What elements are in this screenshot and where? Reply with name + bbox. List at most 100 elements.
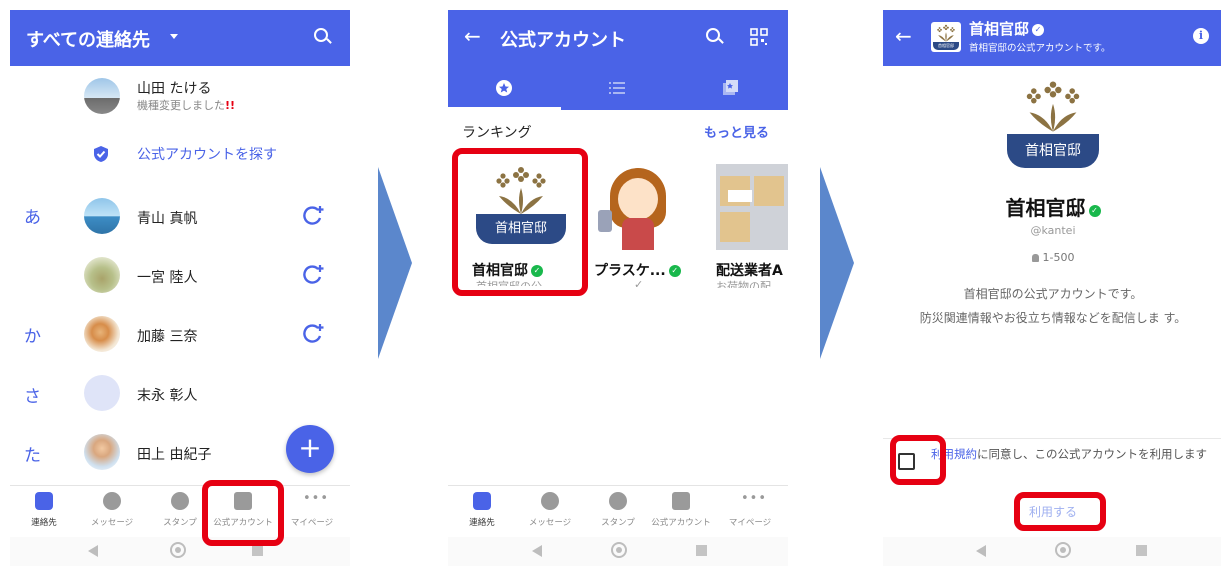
- more-dots-icon: •••: [741, 491, 768, 506]
- tutorial-stage: すべての連絡先 山田 たける 機種変更しました!! 公式アカウントを探す あ 青…: [0, 0, 1221, 566]
- official-accounts-screen: ← 公式アカウント ランキング もっと見る 首相官邸 首相官邸 ✓ プラスケ..…: [448, 10, 788, 566]
- nav-messages[interactable]: メッセージ: [78, 492, 146, 528]
- contacts-screen: すべての連絡先 山田 たける 機種変更しました!! 公式アカウントを探す あ 青…: [10, 10, 350, 566]
- kantei-logo: 首相官邸: [470, 162, 572, 248]
- contact-name: 青山 真帆: [137, 211, 198, 227]
- contact-name: 田上 由紀子: [137, 447, 212, 463]
- alert-mark: !!: [225, 99, 236, 112]
- back-triangle-icon[interactable]: [976, 545, 986, 557]
- plus-icon: +: [298, 431, 322, 464]
- list-icon: [609, 82, 625, 94]
- home-circle-icon[interactable]: [1055, 542, 1071, 558]
- chat-bubble-icon: [103, 492, 121, 510]
- avatar: [84, 257, 120, 293]
- avatar: [84, 434, 120, 470]
- system-nav-bar: [10, 537, 350, 566]
- recent-apps-icon[interactable]: [1136, 545, 1147, 556]
- info-icon[interactable]: i: [1193, 28, 1209, 44]
- more-dots-icon: •••: [303, 491, 330, 506]
- more-link[interactable]: もっと見る: [704, 122, 769, 141]
- add-fab-button[interactable]: +: [286, 425, 334, 473]
- terms-checkbox[interactable]: [898, 453, 915, 470]
- official-title: 公式アカウント: [500, 30, 626, 51]
- card-name: 首相官邸 ✓: [472, 260, 543, 280]
- step-arrow-icon: [378, 167, 412, 359]
- follower-count: 1-500: [883, 251, 1221, 264]
- back-arrow-icon[interactable]: ←: [464, 24, 481, 48]
- contact-row-kato[interactable]: 加藤 三奈: [10, 312, 350, 358]
- bottom-nav: 連絡先 メッセージ スタンプ 公式アカウント ••• マイページ: [10, 485, 350, 537]
- nav-contacts[interactable]: 連絡先: [448, 492, 516, 528]
- find-official-account-row[interactable]: 公式アカウントを探す: [10, 136, 350, 172]
- contact-row-tagami[interactable]: 田上 由紀子: [10, 430, 280, 476]
- smiley-icon: [609, 492, 627, 510]
- contact-row-ichinomiya[interactable]: 一宮 陸人: [10, 253, 350, 299]
- shield-check-icon: [234, 492, 252, 510]
- terms-link[interactable]: 利用規約: [931, 447, 977, 461]
- card-description: 首相官邸の公: [476, 278, 542, 286]
- shield-check-icon: [94, 146, 108, 162]
- add-friend-icon[interactable]: [303, 204, 325, 226]
- tab-my-accounts[interactable]: [674, 66, 787, 110]
- ranking-label: ランキング: [462, 125, 532, 141]
- official-tabs: [448, 66, 788, 110]
- contacts-app-bar: すべての連絡先: [10, 10, 350, 66]
- ranking-card-delivery[interactable]: 配送業者A お荷物の配: [712, 160, 788, 288]
- contact-row-suenaga[interactable]: 末永 彰人: [10, 371, 350, 417]
- use-button[interactable]: 利用する: [1019, 503, 1087, 521]
- person-icon: [1031, 254, 1039, 262]
- home-circle-icon[interactable]: [170, 542, 186, 558]
- card-name: 配送業者A: [716, 263, 783, 279]
- home-circle-icon[interactable]: [611, 542, 627, 558]
- recent-apps-icon[interactable]: [696, 545, 707, 556]
- nav-stamps[interactable]: スタンプ: [584, 492, 652, 528]
- account-description: 首相官邸の公式アカウントです。: [963, 287, 1143, 301]
- back-arrow-icon[interactable]: ←: [895, 24, 912, 48]
- contacts-icon: [473, 492, 491, 510]
- nav-official-accounts[interactable]: 公式アカウント: [209, 492, 277, 528]
- system-nav-bar: [448, 537, 788, 566]
- paulownia-crest-icon: [937, 24, 955, 42]
- account-description-extra: 防災関連情報やお役立ち情報などを配信しま す。: [919, 311, 1187, 325]
- kantei-logo-label: 首相官邸: [476, 214, 566, 244]
- header-logo-label: 首相官邸: [933, 42, 959, 50]
- nav-mypage[interactable]: ••• マイページ: [278, 491, 346, 529]
- detail-app-bar: ← 首相官邸 首相官邸 ✓ 首相官邸の公式アカウントです。 i: [883, 10, 1221, 66]
- nav-stamps[interactable]: スタンプ: [146, 492, 214, 528]
- contact-name: 加藤 三奈: [137, 329, 198, 345]
- account-logo-label: 首相官邸: [1007, 134, 1099, 168]
- tab-ranking[interactable]: [448, 66, 561, 110]
- contact-name: 末永 彰人: [137, 388, 198, 404]
- star-circle-icon: [496, 80, 512, 96]
- terms-text: 利用規約に同意し、この公式アカウントを利用します: [931, 447, 1207, 461]
- contacts-title[interactable]: すべての連絡先: [26, 26, 150, 52]
- add-friend-icon[interactable]: [303, 322, 325, 344]
- account-name: 首相官邸 ✓: [883, 192, 1221, 221]
- nav-mypage[interactable]: ••• マイページ: [716, 491, 784, 529]
- shield-check-icon: [672, 492, 690, 510]
- nav-messages[interactable]: メッセージ: [516, 492, 584, 528]
- contact-row-yamada[interactable]: 山田 たける 機種変更しました!!: [10, 72, 350, 122]
- paulownia-crest-icon: [496, 167, 546, 214]
- find-official-label: 公式アカウントを探す: [137, 147, 277, 163]
- recent-apps-icon[interactable]: [252, 545, 263, 556]
- nav-contacts[interactable]: 連絡先: [10, 492, 78, 528]
- system-nav-bar: [883, 537, 1221, 566]
- ranking-card-plasuke[interactable]: プラスケ... ✓ ✓: [590, 160, 690, 291]
- tab-list[interactable]: [561, 66, 674, 110]
- account-logo: 首相官邸: [999, 76, 1107, 172]
- back-triangle-icon[interactable]: [88, 545, 98, 557]
- contacts-icon: [35, 492, 53, 510]
- contact-name: 一宮 陸人: [137, 270, 198, 286]
- back-triangle-icon[interactable]: [532, 545, 542, 557]
- add-friend-icon[interactable]: [303, 263, 325, 285]
- search-icon-handle: [326, 38, 332, 44]
- nav-official-accounts[interactable]: 公式アカウント: [647, 492, 715, 528]
- qr-code-icon[interactable]: [750, 28, 768, 46]
- avatar: [84, 78, 120, 114]
- contact-row-aoyama[interactable]: 青山 真帆: [10, 194, 350, 240]
- card-name: プラスケ... ✓: [594, 260, 681, 280]
- ranking-card-kantei[interactable]: 首相官邸 首相官邸✓ 首相官邸の公: [466, 160, 576, 288]
- contact-status: 機種変更しました!!: [137, 99, 236, 112]
- chevron-down-icon[interactable]: [170, 34, 178, 39]
